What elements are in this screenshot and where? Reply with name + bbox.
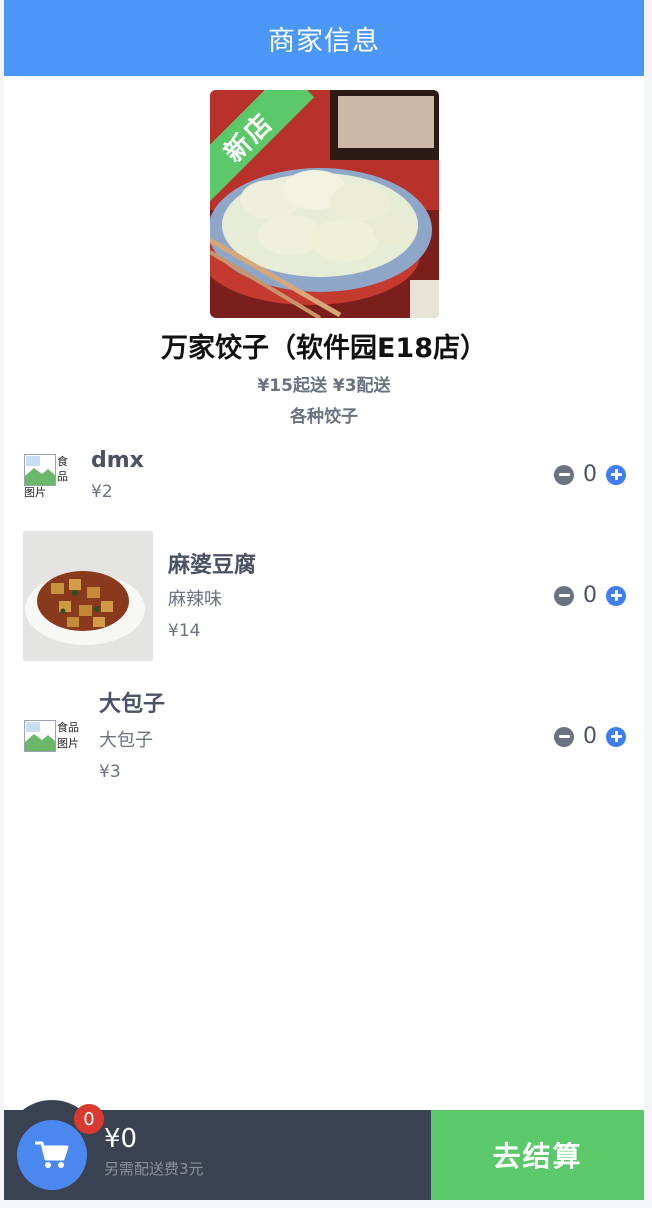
image-alt-text-2: 品 <box>57 470 68 483</box>
food-price: ¥14 <box>168 621 201 641</box>
mapo-tofu-image <box>23 531 153 661</box>
food-price: ¥2 <box>91 482 113 502</box>
plus-icon[interactable] <box>606 585 626 606</box>
food-name: dmx <box>91 448 144 473</box>
cart-total: ¥0 <box>104 1124 138 1154</box>
image-alt-text-3: 图片 <box>24 486 46 499</box>
delivery-fee-note: 另需配送费3元 <box>104 1160 204 1178</box>
food-name: 麻婆豆腐 <box>168 553 257 578</box>
food-description: 大包子 <box>99 730 153 751</box>
checkout-button[interactable]: 去结算 <box>431 1110 644 1200</box>
plus-icon[interactable] <box>606 464 626 485</box>
shop-info: 新店 万家饺子（软件园E18店） ¥15起送 ¥3配送 各种饺子 <box>4 76 644 427</box>
shop-image: 新店 <box>209 90 439 318</box>
quantity-value: 0 <box>583 462 597 487</box>
cart-count-badge: 0 <box>74 1104 104 1134</box>
minus-icon[interactable] <box>554 726 574 747</box>
food-image: 食 品 图片 <box>24 454 80 499</box>
page-header: 商家信息 <box>4 0 644 76</box>
quantity-value: 0 <box>583 583 597 608</box>
quantity-stepper: 0 <box>554 583 626 608</box>
minus-icon[interactable] <box>554 464 574 485</box>
shop-description: 各种饺子 <box>290 407 358 427</box>
image-alt-text-2: 图片 <box>57 737 79 750</box>
broken-image-icon <box>24 720 56 752</box>
food-image: 食品 图片 <box>24 720 80 764</box>
broken-image-icon <box>24 454 56 486</box>
shop-name: 万家饺子（软件园E18店） <box>160 333 488 364</box>
cart-summary: 0 ¥0 另需配送费3元 <box>4 1100 431 1200</box>
food-item: 食 品 图片 dmx ¥2 0 <box>4 440 644 520</box>
food-item: 食品 图片 大包子 大包子 ¥3 0 <box>4 682 644 792</box>
food-item: 麻婆豆腐 麻辣味 ¥14 0 <box>4 531 644 661</box>
minus-icon[interactable] <box>554 585 574 606</box>
cart-icon <box>35 1141 69 1168</box>
image-alt-text-1: 食 <box>57 455 68 468</box>
quantity-stepper: 0 <box>554 462 626 487</box>
shop-delivery-info: ¥15起送 ¥3配送 <box>257 376 391 396</box>
cart-bar: 0 ¥0 另需配送费3元 去结算 <box>4 1100 644 1200</box>
app-container: 商家信息 新店 万家饺子（软件园E18店） ¥15起送 ¥3配送 各种饺子 食 … <box>4 0 644 1200</box>
food-price: ¥3 <box>99 762 121 782</box>
page-title: 商家信息 <box>268 25 380 57</box>
quantity-stepper: 0 <box>554 724 626 749</box>
plus-icon[interactable] <box>606 726 626 747</box>
cart-button[interactable] <box>17 1120 87 1190</box>
food-name: 大包子 <box>99 692 166 717</box>
food-description: 麻辣味 <box>168 589 222 610</box>
quantity-value: 0 <box>583 724 597 749</box>
image-alt-text-1: 食品 <box>57 721 79 734</box>
